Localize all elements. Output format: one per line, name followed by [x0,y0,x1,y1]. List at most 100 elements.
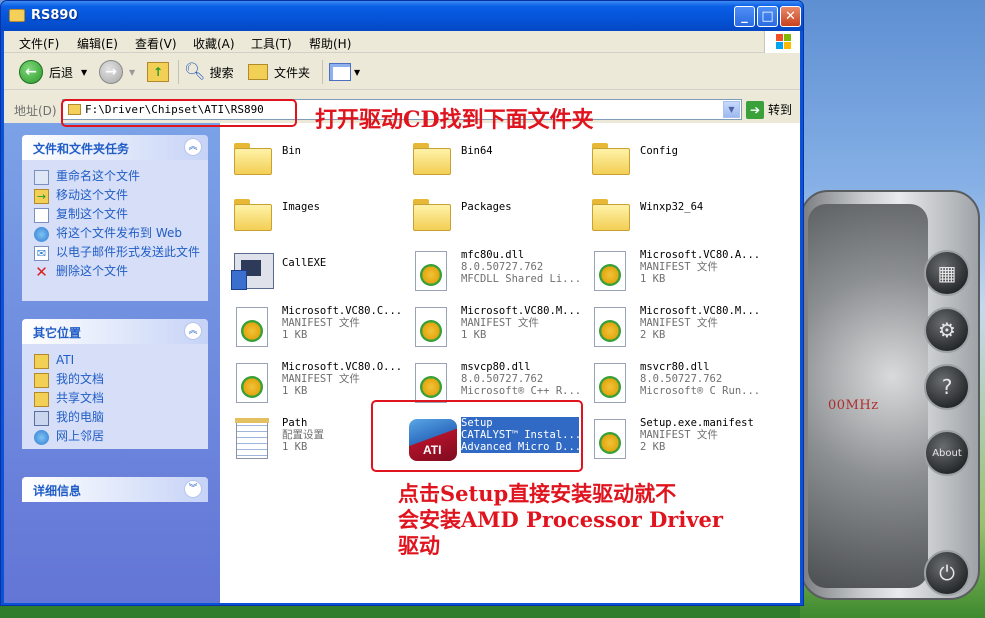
folder-icon [588,137,632,181]
file-item[interactable]: Packages [403,189,581,241]
task-publish-web[interactable]: 将这个文件发布到 Web [34,227,200,242]
file-item[interactable]: Bin64 [403,133,581,185]
annotation-bottom: 点击Setup直接安装驱动就不 会安装AMD Processor Driver … [398,481,723,559]
folders-button[interactable]: 文件夹 [248,59,310,85]
file-item[interactable]: Winxp32_64 [582,189,760,241]
task-label: 以电子邮件形式发送此文件 [56,245,201,259]
desktop-gadget: 00MHz ▦ ⚙ ? About ⏻ [800,190,980,600]
file-item[interactable]: Microsoft.VC80.C... MANIFEST 文件 1 KB [224,301,402,353]
task-copy[interactable]: 复制这个文件 [34,208,200,223]
folder-icon [409,137,453,181]
globe-icon [34,227,49,242]
task-pane: 文件和文件夹任务 ︽ 重命名这个文件 → 移动这个文件 复制这个文件 将这个文件发… [4,123,220,603]
folder-icon [230,137,274,181]
menu-help[interactable]: 帮助(H) [309,35,351,52]
collapse-chevron-icon[interactable]: ︽ [184,138,202,156]
search-label: 搜索 [209,65,234,80]
gear-file-icon [409,361,453,405]
file-item[interactable]: Microsoft.VC80.M... MANIFEST 文件 1 KB [403,301,581,353]
file-text: mfc80u.dll 8.0.50727.762 MFCDLL Shared Li.… [461,249,579,285]
task-email[interactable]: ✉ 以电子邮件形式发送此文件 [34,246,200,261]
go-button[interactable]: ➔ 转到 [746,99,792,120]
forward-dropdown-icon[interactable]: ▼ [129,68,135,77]
place-my-documents[interactable]: 我的文档 [34,373,200,388]
file-tasks-panel: 文件和文件夹任务 ︽ 重命名这个文件 → 移动这个文件 复制这个文件 将这个文件发… [22,135,208,301]
file-detail: 2 KB [640,441,666,453]
help-icon[interactable]: ? [924,364,970,410]
file-item[interactable]: Config [582,133,760,185]
file-name: Packages [461,201,512,213]
details-header[interactable]: 详细信息 ︾ [22,477,208,502]
file-detail: 2 KB [640,329,666,341]
file-text: Microsoft.VC80.C... MANIFEST 文件 1 KB [282,305,400,341]
other-places-header[interactable]: 其它位置 ︽ [22,319,208,344]
file-item[interactable]: mfc80u.dll 8.0.50727.762 MFCDLL Shared Li.… [403,245,581,297]
file-item[interactable]: Images [224,189,402,241]
task-rename[interactable]: 重命名这个文件 [34,170,200,185]
file-name: mfc80u.dll [461,249,525,261]
gear-file-icon [409,249,453,293]
address-label: 地址(D) [14,104,57,118]
place-network[interactable]: 网上邻居 [34,430,200,445]
file-item[interactable]: CallEXE [224,245,402,297]
file-item[interactable]: Bin [224,133,402,185]
about-button[interactable]: About [924,430,970,476]
views-button[interactable]: ▼ [329,59,360,85]
file-type: 8.0.50727.762 [461,261,544,273]
place-my-computer[interactable]: 我的电脑 [34,411,200,426]
file-type: MANIFEST 文件 [282,373,360,385]
go-arrow-icon: ➔ [746,100,764,119]
file-detail: MFCDLL Shared Li... [461,273,579,285]
menu-favorites[interactable]: 收藏(A) [193,35,235,52]
file-detail: Microsoft® C++ R... [461,385,579,397]
file-tasks-header[interactable]: 文件和文件夹任务 ︽ [22,135,208,160]
menu-edit[interactable]: 编辑(E) [77,35,118,52]
close-button[interactable]: ✕ [780,6,801,27]
task-move[interactable]: → 移动这个文件 [34,189,200,204]
maximize-button[interactable]: □ [757,6,778,27]
back-dropdown-icon[interactable]: ▼ [81,68,87,77]
details-panel: 详细信息 ︾ [22,477,208,502]
file-item[interactable]: Microsoft.VC80.A... MANIFEST 文件 1 KB [582,245,760,297]
back-button[interactable]: ← 后退 ▼ [19,59,87,85]
memory-chip-icon[interactable]: ▦ [924,250,970,296]
title-bar[interactable]: RS890 _ □ ✕ [1,1,803,31]
place-label: 共享文档 [56,391,105,405]
task-label: 删除这个文件 [56,264,129,278]
minimize-button[interactable]: _ [734,6,755,27]
gadget-dial [808,204,928,588]
collapse-chevron-icon[interactable]: ︽ [184,322,202,340]
gear-icon[interactable]: ⚙ [924,307,970,353]
file-text: Config [640,145,758,157]
place-ati[interactable]: ATI [34,354,200,369]
gear-file-icon [230,361,274,405]
expand-chevron-icon[interactable]: ︾ [184,480,202,498]
up-folder-button[interactable]: ↑ [147,59,169,85]
file-item[interactable]: msvcr80.dll 8.0.50727.762 Microsoft® C Run… [582,357,760,409]
file-type: MANIFEST 文件 [640,429,718,441]
power-icon[interactable]: ⏻ [924,550,970,596]
file-item[interactable]: Setup.exe.manifest MANIFEST 文件 2 KB [582,413,760,465]
task-delete[interactable]: ✕ 删除这个文件 [34,265,200,280]
file-detail: 1 KB [461,329,487,341]
menu-view[interactable]: 查看(V) [135,35,177,52]
up-folder-icon: ↑ [147,62,169,82]
file-type: MANIFEST 文件 [461,317,539,329]
menu-file[interactable]: 文件(F) [19,35,59,52]
folder-icon [409,193,453,237]
email-icon: ✉ [34,246,49,261]
file-text: msvcp80.dll 8.0.50727.762 Microsoft® C++ R… [461,361,579,397]
gadget-mhz-text: 00MHz [828,398,879,413]
file-text: Bin [282,145,400,157]
file-type: MANIFEST 文件 [640,261,718,273]
file-text: Bin64 [461,145,579,157]
address-dropdown-button[interactable]: ▼ [723,101,740,118]
file-item[interactable]: Microsoft.VC80.M... MANIFEST 文件 2 KB [582,301,760,353]
forward-button[interactable]: → ▼ [99,59,135,85]
forward-arrow-icon: → [99,60,123,84]
search-button[interactable]: 🔍︎ 搜索 [184,59,234,85]
place-shared-documents[interactable]: 共享文档 [34,392,200,407]
menu-tools[interactable]: 工具(T) [251,35,292,52]
task-label: 复制这个文件 [56,207,129,221]
file-name: Microsoft.VC80.C... [282,305,400,317]
